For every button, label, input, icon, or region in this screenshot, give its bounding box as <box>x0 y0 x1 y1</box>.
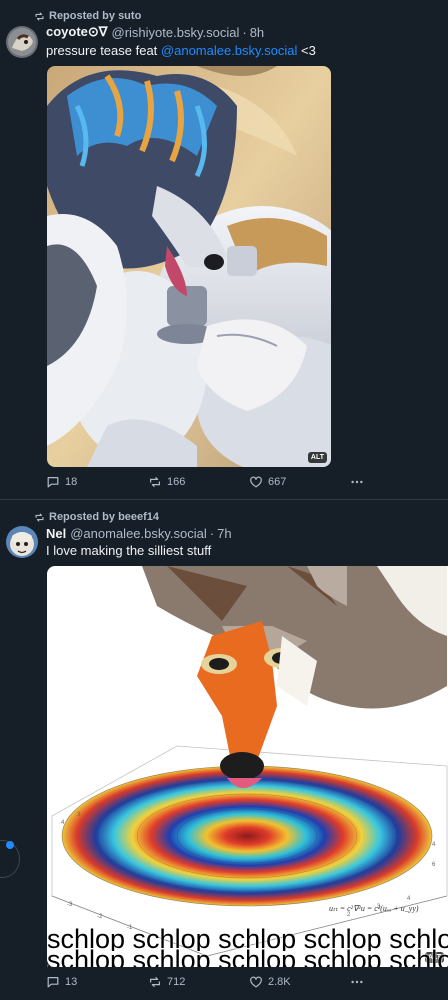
avatar[interactable] <box>6 526 38 558</box>
feed-post[interactable]: Reposted by beeef14 Nel @anomalee.bsky.s… <box>0 500 448 1000</box>
timestamp[interactable]: 8h <box>250 25 264 40</box>
repost-label: Reposted by suto <box>49 10 142 22</box>
like-count: 667 <box>268 476 287 488</box>
post-actions: 18 166 667 <box>46 474 376 490</box>
notification-dot <box>6 841 14 849</box>
feed: Reposted by suto coyote⊙∇ @rishiyote.bsk… <box>0 0 448 1000</box>
more-icon <box>351 980 363 984</box>
reply-count: 13 <box>65 976 78 988</box>
repost-icon <box>150 977 160 987</box>
svg-text:-3: -3 <box>67 902 73 908</box>
post-image[interactable]: 432 -3 -2 -1 234 64 uₜₜ = c²∇²u = c²(uₓₓ… <box>47 566 448 967</box>
repost-icon <box>150 477 160 487</box>
svg-text:-2: -2 <box>97 914 103 920</box>
timestamp[interactable]: 7h <box>217 526 231 541</box>
post-image[interactable]: ALT <box>47 66 331 467</box>
post-text: I love making the silliest stuff <box>46 543 212 558</box>
repost-count: 166 <box>167 476 186 488</box>
repost-indicator[interactable]: Reposted by suto <box>34 9 141 23</box>
handle[interactable]: @rishiyote.bsky.social <box>112 25 240 40</box>
reply-icon <box>47 977 59 988</box>
reply-button[interactable]: 18 <box>46 474 77 490</box>
reply-count: 18 <box>65 476 78 488</box>
separator-dot: · <box>209 525 215 541</box>
post-text: pressure tease feat @anomalee.bsky.socia… <box>46 43 316 58</box>
repost-button[interactable]: 166 <box>148 474 185 490</box>
reply-button[interactable]: 13 <box>46 974 77 990</box>
repost-label: Reposted by beeef14 <box>49 511 160 523</box>
separator-dot: · <box>242 24 247 40</box>
more-icon <box>351 480 363 484</box>
post-actions: 13 712 2.8K <box>46 974 376 990</box>
more-options-button[interactable] <box>350 474 364 490</box>
more-options-button[interactable] <box>350 974 364 990</box>
display-name[interactable]: Nel <box>46 526 66 541</box>
like-button[interactable]: 667 <box>249 474 286 490</box>
heart-icon <box>250 476 262 488</box>
display-name[interactable]: coyote⊙∇ <box>46 24 108 40</box>
avatar[interactable] <box>6 26 38 58</box>
alt-text-badge[interactable]: ALT <box>307 452 327 463</box>
like-count: 2.8K <box>268 976 291 988</box>
post-meta: Nel @anomalee.bsky.social · 7h <box>46 525 232 541</box>
repost-button[interactable]: 712 <box>148 974 185 990</box>
handle[interactable]: @anomalee.bsky.social <box>70 526 207 541</box>
post-text-part: <3 <box>297 43 316 58</box>
repost-indicator[interactable]: Reposted by beeef14 <box>34 510 159 524</box>
repost-icon <box>35 12 44 20</box>
image-caption-line-2: schlop schlop schlop schlop schlop <box>47 948 448 967</box>
repost-count: 712 <box>167 976 186 988</box>
repost-icon <box>35 513 44 521</box>
post-meta: coyote⊙∇ @rishiyote.bsky.social · 8h <box>46 24 264 40</box>
equation-text: uₜₜ = c²∇²u = c²(uₓₓ + u_yy) <box>329 904 419 913</box>
mention-link[interactable]: @anomalee.bsky.social <box>161 43 298 58</box>
heart-icon <box>250 976 262 988</box>
reply-icon <box>47 477 59 488</box>
like-button[interactable]: 2.8K <box>249 974 291 990</box>
post-text-part: pressure tease feat <box>46 43 161 58</box>
feed-post[interactable]: Reposted by suto coyote⊙∇ @rishiyote.bsk… <box>0 0 448 499</box>
